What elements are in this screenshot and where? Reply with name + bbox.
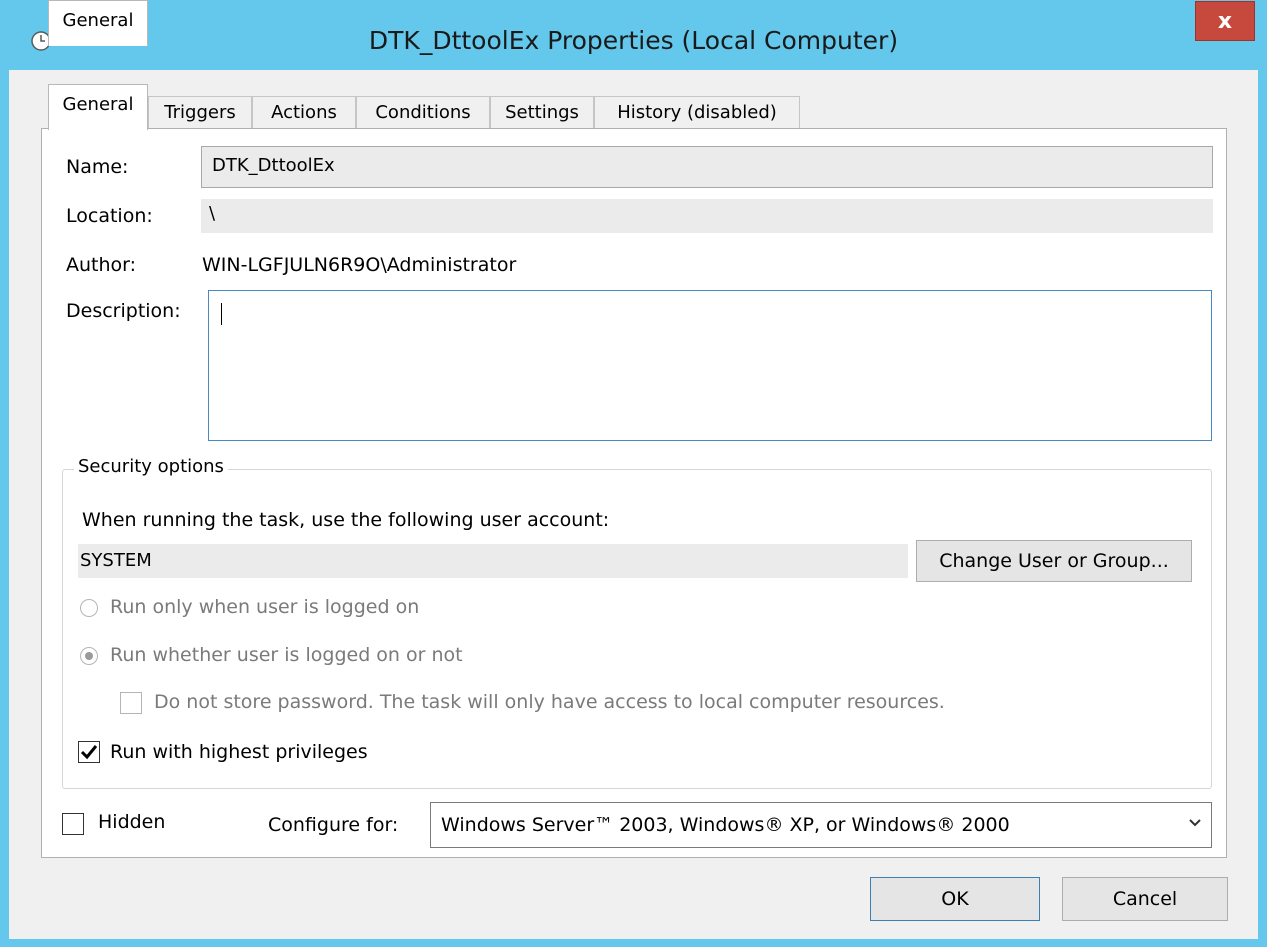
author-value: WIN-LGFJULN6R9O\Administrator [202, 254, 517, 276]
author-label: Author: [66, 254, 137, 276]
description-input[interactable] [208, 290, 1212, 441]
account-prompt: When running the task, use the following… [82, 509, 610, 531]
tab-general[interactable]: General [48, 0, 148, 46]
close-button[interactable]: x [1195, 1, 1255, 41]
radio-logged-on-label: Run only when user is logged on [110, 596, 420, 618]
tab-general-active[interactable]: General [48, 84, 148, 130]
user-account-value: SYSTEM [80, 550, 152, 571]
no-password-checkbox[interactable] [120, 692, 142, 714]
description-label: Description: [66, 300, 181, 322]
configure-for-select[interactable]: Windows Server™ 2003, Windows® XP, or Wi… [430, 802, 1212, 848]
radio-whether-label: Run whether user is logged on or not [110, 644, 463, 666]
tab-conditions[interactable]: Conditions [356, 96, 490, 130]
radio-logged-on[interactable] [80, 599, 98, 617]
cancel-button[interactable]: Cancel [1062, 877, 1228, 921]
no-password-label: Do not store password. The task will onl… [154, 691, 945, 713]
hidden-label: Hidden [98, 811, 166, 833]
text-caret [221, 303, 222, 325]
configure-for-value: Windows Server™ 2003, Windows® XP, or Wi… [441, 814, 1010, 836]
radio-whether-logged-on[interactable] [80, 647, 98, 665]
user-account-field: SYSTEM [78, 544, 908, 578]
tab-history[interactable]: History (disabled) [594, 96, 800, 130]
tab-triggers[interactable]: Triggers [148, 96, 252, 130]
hidden-checkbox[interactable] [62, 813, 84, 835]
location-label: Location: [66, 205, 153, 227]
window-title: DTK_DttoolEx Properties (Local Computer) [368, 26, 899, 55]
chevron-down-icon [1189, 819, 1201, 827]
configure-for-label: Configure for: [268, 814, 399, 836]
ok-button[interactable]: OK [870, 877, 1040, 921]
change-user-button[interactable]: Change User or Group... [916, 540, 1192, 582]
title-bar[interactable]: DTK_DttoolEx Properties (Local Computer)… [0, 0, 1267, 70]
security-options-title: Security options [74, 456, 228, 477]
tab-actions[interactable]: Actions [252, 96, 356, 130]
location-value: \ [209, 203, 216, 224]
checkmark-icon [80, 745, 98, 760]
location-field: \ [201, 199, 1213, 233]
highest-privileges-checkbox[interactable] [78, 741, 100, 763]
name-label: Name: [66, 156, 129, 178]
radio-selected-dot [85, 652, 93, 660]
highest-privileges-label: Run with highest privileges [110, 741, 368, 763]
tab-settings[interactable]: Settings [490, 96, 594, 130]
name-field[interactable]: DTK_DttoolEx [201, 146, 1213, 188]
